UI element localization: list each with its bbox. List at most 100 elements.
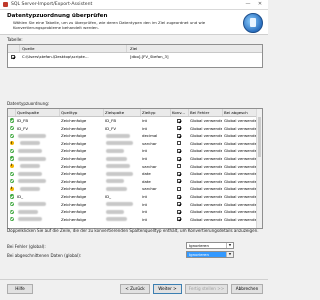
convert-checkbox[interactable]	[177, 148, 181, 153]
on-truncation-cell[interactable]: Global verwenden	[223, 193, 258, 200]
on-error-cell[interactable]: Global verwenden	[189, 117, 222, 124]
mapping-row[interactable]: Zeichenfolge date Global verwenden Global v…	[8, 178, 258, 185]
target-type-cell: int	[142, 148, 148, 154]
on-error-cell[interactable]: Global verwenden	[189, 132, 222, 139]
target-type-cell: int	[142, 118, 148, 123]
convert-checkbox[interactable]	[177, 194, 181, 199]
on-error-global-value: Ignorieren	[189, 243, 209, 248]
minimize-button[interactable]: —	[244, 1, 252, 7]
cancel-button[interactable]: Abbrechen	[231, 284, 263, 294]
conversion-hint: Doppelklicken Sie auf die Zeile, die der…	[7, 228, 259, 233]
mapping-row[interactable]: ID_ Zeichenfolge ID_ int Global verwenden Glo…	[8, 193, 258, 200]
redacted-value	[18, 133, 46, 138]
on-error-global-select[interactable]: Ignorieren ▼	[186, 242, 234, 249]
convert-checkbox[interactable]	[177, 133, 181, 138]
on-truncation-cell[interactable]: Global verwenden	[223, 140, 258, 147]
table-row-target: [dbo].[FV_Stefan_3]	[130, 54, 169, 59]
finish-button[interactable]: Fertig stellen >>	[185, 284, 228, 294]
on-truncation-cell[interactable]: Global verwenden	[223, 125, 258, 132]
column-header-source-type[interactable]: Quelltyp	[60, 109, 104, 116]
on-truncation-cell[interactable]: Global verwenden	[223, 155, 258, 162]
on-error-cell[interactable]: Global verwenden	[189, 140, 222, 147]
convert-checkbox[interactable]	[177, 179, 181, 184]
mapping-row[interactable]: Zeichenfolge decimal Global verwenden Globa…	[8, 132, 258, 139]
source-column-cell: ID_FB	[17, 118, 28, 123]
on-error-cell[interactable]: Global verwenden	[189, 163, 222, 170]
on-truncation-cell[interactable]: Global verwenden	[223, 178, 258, 185]
on-error-cell[interactable]: Global verwenden	[189, 170, 222, 177]
page-title: Datentypzuordnung überprüfen	[7, 13, 108, 19]
table-row-source: C:\Users\stefan.\Desktop\scripte...	[22, 54, 89, 59]
convert-checkbox[interactable]	[177, 126, 181, 131]
status-ok-icon	[9, 194, 14, 199]
status-ok-icon	[9, 125, 14, 131]
redacted-value	[20, 141, 40, 146]
on-truncation-cell[interactable]: Global verwenden	[223, 201, 258, 208]
mapping-grid-scrollbar[interactable]	[256, 109, 262, 228]
tables-grid[interactable]: Quelle Ziel C:\Users\stefan.\Desktop\scr…	[7, 44, 263, 68]
mapping-row[interactable]: ID_FB Zeichenfolge ID_FB int Global verwende…	[8, 117, 258, 124]
on-truncation-cell[interactable]: Global verwenden	[223, 170, 258, 177]
mapping-row[interactable]: Zeichenfolge date Global verwenden Global v…	[8, 170, 258, 177]
on-error-cell[interactable]: Global verwenden	[189, 208, 222, 215]
column-header-source[interactable]: Quelle	[20, 45, 127, 52]
mapping-row[interactable]: Zeichenfolge int Global verwenden Global ve…	[8, 147, 258, 154]
next-button[interactable]: Weiter >	[153, 284, 182, 294]
convert-checkbox[interactable]	[177, 118, 181, 123]
on-error-cell[interactable]: Global verwenden	[189, 147, 222, 154]
close-button[interactable]: ✕	[256, 1, 264, 7]
convert-checkbox[interactable]	[177, 202, 181, 207]
column-header-source-column[interactable]: Quellspalte	[16, 109, 60, 116]
mapping-row[interactable]: ID_FV Zeichenfolge ID_FV int Global verwende…	[8, 125, 258, 132]
table-row[interactable]: C:\Users\stefan.\Desktop\scripte... [dbo…	[8, 53, 262, 60]
on-error-cell[interactable]: Global verwenden	[189, 178, 222, 185]
mapping-row[interactable]: Zeichenfolge int Global verwenden Global ve…	[8, 201, 258, 208]
convert-checkbox[interactable]	[177, 164, 181, 169]
column-header-target[interactable]: Ziel	[128, 45, 260, 52]
help-button[interactable]: Hilfe	[7, 284, 33, 294]
convert-checkbox[interactable]	[177, 209, 181, 214]
mapping-row[interactable]: Zeichenfolge varchar Global verwendenGloba…	[8, 140, 258, 147]
on-error-cell[interactable]: Global verwenden	[189, 216, 222, 223]
on-truncation-cell[interactable]: Global verwenden	[223, 117, 258, 124]
redacted-value	[18, 179, 46, 184]
target-type-cell: int	[142, 194, 148, 199]
target-column-cell: ID_FB	[105, 118, 116, 123]
on-truncation-cell[interactable]: Global verwenden	[223, 185, 258, 192]
convert-checkbox[interactable]	[177, 156, 181, 161]
table-row-checkbox[interactable]	[11, 54, 15, 59]
target-type-cell: int	[142, 209, 148, 215]
on-error-cell[interactable]: Global verwenden	[189, 193, 222, 200]
convert-checkbox[interactable]	[177, 217, 181, 222]
mapping-row[interactable]: Zeichenfolge int Global verwenden Global ve…	[8, 208, 258, 215]
column-header-convert[interactable]: Konv...	[171, 109, 189, 116]
back-button[interactable]: < Zurück	[120, 284, 150, 294]
on-truncation-global-select[interactable]: Ignorieren ▼	[186, 251, 234, 258]
on-truncation-cell[interactable]: Global verwenden	[223, 163, 258, 170]
convert-checkbox[interactable]	[177, 141, 181, 146]
source-type-cell: Zeichenfolge	[61, 148, 87, 154]
on-error-cell[interactable]: Global verwenden	[189, 201, 222, 208]
column-header-target-type[interactable]: Zieltyp	[141, 109, 171, 116]
scrollbar-thumb[interactable]	[258, 117, 261, 157]
mapping-row[interactable]: Zeichenfolge int Global verwenden Global ve…	[8, 216, 258, 223]
on-truncation-cell[interactable]: Global verwenden	[223, 132, 258, 139]
convert-checkbox[interactable]	[177, 171, 181, 176]
column-header-target-column[interactable]: Zielspalte	[104, 109, 141, 116]
mapping-grid[interactable]: Quellspalte Quelltyp Zielspalte Zieltyp …	[7, 108, 263, 229]
on-error-cell[interactable]: Global verwenden	[189, 185, 222, 192]
mapping-row[interactable]: Zeichenfolge int Global verwenden Global ve…	[8, 155, 258, 162]
on-truncation-cell[interactable]: Global verwenden	[223, 216, 258, 223]
column-header-on-truncation[interactable]: Bei abgesch	[223, 109, 258, 116]
mapping-row[interactable]: Zeichenfolge varchar Global verwendenGloba…	[8, 185, 258, 192]
on-truncation-cell[interactable]: Global verwenden	[223, 147, 258, 154]
redacted-value	[106, 202, 133, 207]
on-error-cell[interactable]: Global verwenden	[189, 155, 222, 162]
column-header-on-error[interactable]: Bei Fehler	[189, 109, 223, 116]
on-truncation-cell[interactable]: Global verwenden	[223, 208, 258, 215]
redacted-value	[18, 148, 42, 153]
on-error-cell[interactable]: Global verwenden	[189, 125, 222, 132]
convert-checkbox[interactable]	[177, 186, 181, 191]
source-type-cell: Zeichenfolge	[61, 133, 87, 139]
mapping-row[interactable]: Zeichenfolge varchar Global verwendenGloba…	[8, 163, 258, 170]
